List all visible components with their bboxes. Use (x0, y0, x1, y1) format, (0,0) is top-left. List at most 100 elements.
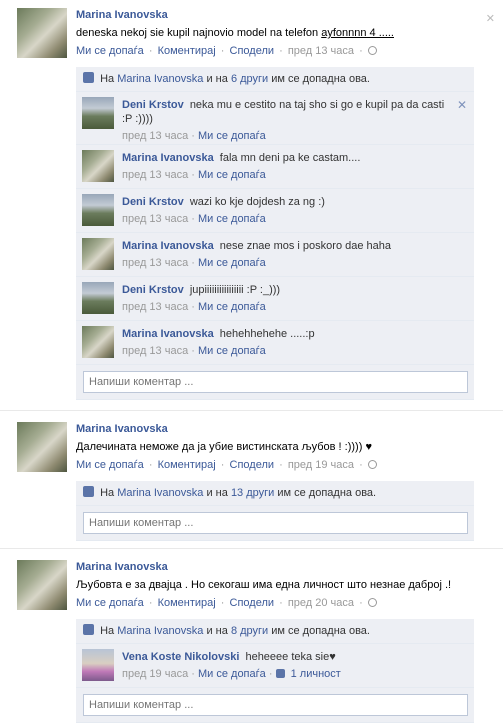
comment-like-link[interactable]: Ми се допаѓа (198, 130, 266, 142)
audience-icon (367, 598, 377, 607)
avatar[interactable] (17, 8, 67, 58)
comment-item: Marina Ivanovska hehehhehehe .....:p пре… (76, 321, 474, 365)
share-link[interactable]: Сподели (230, 597, 275, 609)
likes-others[interactable]: 13 други (231, 487, 274, 499)
comment-item: Deni Krstov jupiiiiiiiiiiiiiiii :P :_)))… (76, 277, 474, 321)
post-1-feedback: На Marina Ivanovska и на 6 други им се д… (76, 67, 474, 400)
comment-timestamp[interactable]: пред 13 часа (122, 345, 188, 357)
avatar[interactable] (82, 649, 114, 681)
comment-timestamp[interactable]: пред 13 часа (122, 257, 188, 269)
likes-others[interactable]: 8 други (231, 625, 268, 637)
post-message-underlined: ayfonnnn 4 ..... (321, 27, 394, 39)
post-2-feedback: На Marina Ivanovska и на 13 други им се … (76, 481, 474, 541)
comment-timestamp[interactable]: пред 13 часа (122, 169, 188, 181)
comment-link[interactable]: Коментирај (158, 459, 216, 471)
likes-name[interactable]: Marina Ivanovska (117, 625, 203, 637)
post-author[interactable]: Marina Ivanovska (76, 8, 168, 22)
share-link[interactable]: Сподели (230, 45, 275, 57)
comment-link[interactable]: Коментирај (158, 597, 216, 609)
comment-text: jupiiiiiiiiiiiiiiii :P :_))) (189, 284, 281, 296)
comment-author[interactable]: Deni Krstov (122, 98, 184, 112)
post-timestamp[interactable]: пред 19 часа (288, 459, 354, 471)
post-timestamp[interactable]: пред 20 часа (288, 597, 354, 609)
comment-author[interactable]: Deni Krstov (122, 283, 184, 297)
comment-text: fala mn deni pa ke castam.... (219, 152, 361, 164)
avatar[interactable] (17, 560, 67, 610)
comment-timestamp[interactable]: пред 13 часа (122, 301, 188, 313)
comment-item: Marina Ivanovska fala mn deni pa ke cast… (76, 145, 474, 189)
comment-composer (76, 506, 474, 541)
comment-author[interactable]: Deni Krstov (122, 195, 184, 209)
likes-name[interactable]: Marina Ivanovska (117, 487, 203, 499)
comment-composer (76, 365, 474, 400)
comment-input[interactable] (83, 694, 468, 716)
comment-text: wazi ko kje dojdesh za ng :) (189, 196, 325, 208)
thumbs-up-icon (83, 486, 94, 497)
post-author[interactable]: Marina Ivanovska (76, 422, 168, 436)
post-body: Marina Ivanovska Далечината неможе да ја… (76, 422, 503, 472)
comment-author[interactable]: Marina Ivanovska (122, 239, 214, 253)
comment-link[interactable]: Коментирај (158, 45, 216, 57)
like-link[interactable]: Ми се допаѓа (76, 45, 144, 57)
share-link[interactable]: Сподели (230, 459, 275, 471)
divider (0, 548, 503, 549)
post-actions: Ми се допаѓа · Коментирај · Сподели · пр… (76, 44, 503, 58)
close-icon[interactable]: ✕ (457, 98, 467, 112)
like-link[interactable]: Ми се допаѓа (76, 597, 144, 609)
comment-author[interactable]: Marina Ivanovska (122, 151, 214, 165)
comment-like-link[interactable]: Ми се допаѓа (198, 169, 266, 181)
comment-item: Marina Ivanovska nese znae mos i poskoro… (76, 233, 474, 277)
comment-item: Deni Krstov neka mu e cestito na taj sho… (76, 92, 474, 145)
comment-item: Deni Krstov wazi ko kje dojdesh za ng :)… (76, 189, 474, 233)
avatar[interactable] (82, 238, 114, 270)
avatar[interactable] (82, 97, 114, 129)
avatar[interactable] (82, 326, 114, 358)
divider (0, 410, 503, 411)
post-body: Marina Ivanovska Љубовта е за двајца . Н… (76, 560, 503, 610)
comment-text: heheeee teka sie♥ (245, 651, 336, 663)
post-3-feedback: На Marina Ivanovska и на 8 други им се д… (76, 619, 474, 723)
post-timestamp[interactable]: пред 13 часа (288, 45, 354, 57)
comment-composer (76, 688, 474, 723)
post-3: Marina Ivanovska Љубовта е за двајца . Н… (0, 560, 503, 610)
comment-text: hehehhehehe .....:p (219, 328, 315, 340)
comment-like-count[interactable]: 1 личност (291, 668, 341, 680)
close-icon[interactable]: ✕ (486, 12, 495, 25)
comment-author[interactable]: Marina Ivanovska (122, 327, 214, 341)
comment-timestamp[interactable]: пред 19 часа (122, 668, 188, 680)
comment-input[interactable] (83, 512, 468, 534)
likes-others[interactable]: 6 други (231, 73, 268, 85)
likes-summary: На Marina Ivanovska и на 6 други им се д… (76, 67, 474, 92)
thumbs-up-icon (83, 624, 94, 635)
avatar[interactable] (82, 150, 114, 182)
avatar[interactable] (17, 422, 67, 472)
post-message: Далечината неможе да ја убие вистинската… (76, 441, 372, 453)
comment-like-link[interactable]: Ми се допаѓа (198, 668, 266, 680)
post-actions: Ми се допаѓа · Коментирај · Сподели · пр… (76, 458, 503, 472)
comment-input[interactable] (83, 371, 468, 393)
comment-like-link[interactable]: Ми се допаѓа (198, 345, 266, 357)
comment-like-link[interactable]: Ми се допаѓа (198, 301, 266, 313)
comment-timestamp[interactable]: пред 13 часа (122, 130, 188, 142)
post-1: Marina Ivanovska deneska nekoj sie kupil… (0, 8, 503, 58)
post-message-text: deneska nekoj sie kupil najnovio model n… (76, 27, 322, 39)
post-author[interactable]: Marina Ivanovska (76, 560, 168, 574)
avatar[interactable] (82, 282, 114, 314)
post-message: deneska nekoj sie kupil najnovio model n… (76, 26, 503, 40)
comment-item: Vena Koste Nikolovski heheeee teka sie♥ … (76, 644, 474, 688)
like-link[interactable]: Ми се допаѓа (76, 459, 144, 471)
comment-like-link[interactable]: Ми се допаѓа (198, 213, 266, 225)
comment-author[interactable]: Vena Koste Nikolovski (122, 650, 239, 664)
post-2: Marina Ivanovska Далечината неможе да ја… (0, 422, 503, 472)
audience-icon (367, 46, 377, 55)
audience-icon (367, 460, 377, 469)
comment-timestamp[interactable]: пред 13 часа (122, 213, 188, 225)
comment-like-link[interactable]: Ми се допаѓа (198, 257, 266, 269)
likes-name[interactable]: Marina Ivanovska (117, 73, 203, 85)
post-body: Marina Ivanovska deneska nekoj sie kupil… (76, 8, 503, 58)
likes-summary: На Marina Ivanovska и на 13 други им се … (76, 481, 474, 506)
post-actions: Ми се допаѓа · Коментирај · Сподели · пр… (76, 596, 503, 610)
avatar[interactable] (82, 194, 114, 226)
thumbs-up-icon (83, 72, 94, 83)
post-message: Љубовта е за двајца . Но секогаш има едн… (76, 579, 452, 591)
